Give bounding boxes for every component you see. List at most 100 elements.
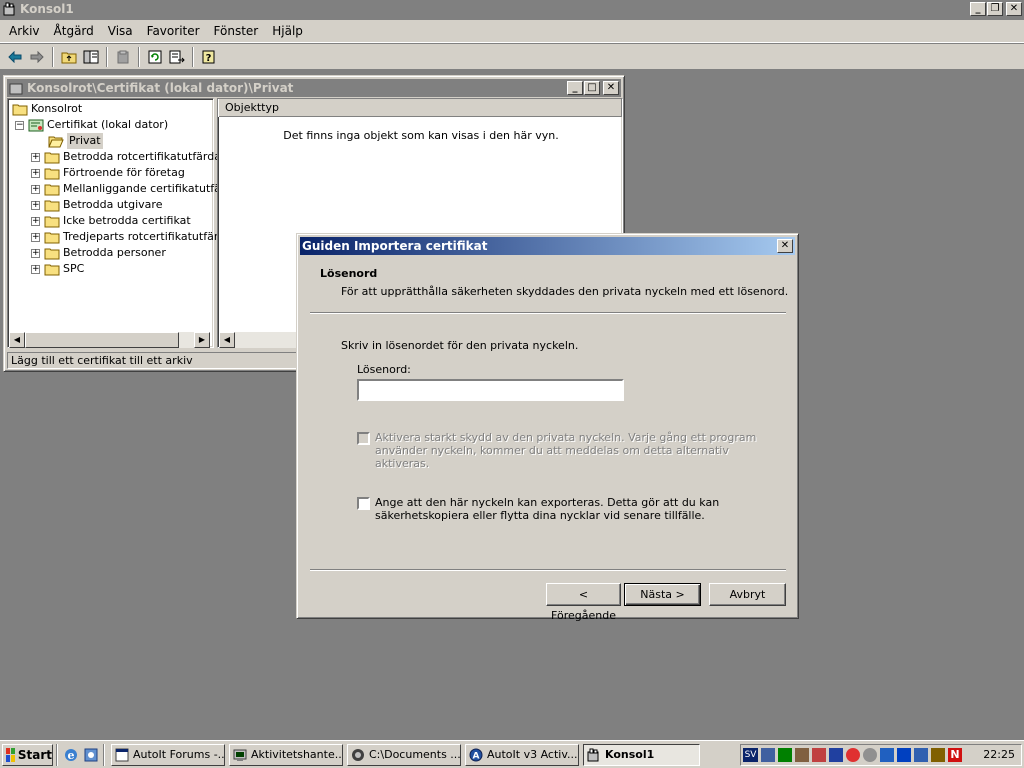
export-list-button[interactable] [166, 46, 188, 68]
expand-toggle[interactable]: + [31, 152, 40, 162]
scroll-left-button[interactable]: ◀ [9, 332, 25, 348]
expand-toggle[interactable]: + [31, 184, 40, 194]
disconnected-icon[interactable] [812, 748, 826, 762]
task-aktivitetshanteraren[interactable]: Aktivitetshante... [229, 743, 343, 766]
toolbar-separator [106, 46, 108, 67]
folder-up-icon [61, 52, 77, 63]
tree-item[interactable]: + Icke betrodda certifikat [31, 213, 191, 229]
clock[interactable]: 22:25 [983, 748, 1015, 761]
shield-icon[interactable] [829, 748, 843, 762]
exportable-option: Ange att den här nyckeln kan exporteras.… [357, 496, 777, 522]
expand-toggle[interactable]: + [31, 264, 40, 274]
menu-arkiv[interactable]: Arkiv [2, 24, 47, 38]
expand-toggle[interactable]: + [31, 168, 40, 178]
language-indicator[interactable]: SV [743, 748, 758, 762]
strong-protection-checkbox[interactable] [357, 432, 370, 445]
task-konsol1[interactable]: Konsol1 [583, 743, 700, 766]
menu-favoriter[interactable]: Favoriter [140, 24, 207, 38]
task-documents[interactable]: C:\Documents ... [347, 743, 461, 766]
start-label: Start [17, 747, 52, 762]
flag-icon[interactable] [931, 748, 945, 762]
tool-icon[interactable] [795, 748, 809, 762]
restore-button[interactable]: ❐ [987, 2, 1003, 16]
antivirus-icon[interactable] [846, 748, 860, 762]
child-maximize-button[interactable]: □ [584, 81, 600, 95]
security-icon[interactable] [914, 748, 928, 762]
show-hide-tree-button[interactable] [80, 46, 102, 68]
tree-item[interactable]: + Förtroende för företag [31, 165, 185, 181]
tree-item-konsolrot[interactable]: Konsolrot [12, 101, 82, 117]
child-title-text: Konsolrot\Certifikat (lokal dator)\Priva… [27, 81, 294, 95]
next-button[interactable]: Nästa > [624, 583, 701, 606]
tree-pane[interactable]: Konsolrot − Certifikat (lokal dator) Pri… [7, 98, 250, 348]
task-autoit-forums[interactable]: AutoIt Forums -... [111, 743, 225, 766]
tree-item-label: Konsolrot [31, 102, 83, 115]
refresh-button[interactable] [144, 46, 166, 68]
tree-item-label: Certifikat (lokal dator) [47, 118, 169, 131]
help-icon: ? [202, 50, 215, 64]
quicklaunch-ie[interactable]: e [61, 745, 81, 765]
import-certificate-wizard: Guiden Importera certifikat ✕ Lösenord F… [296, 233, 799, 622]
monitor-icon[interactable] [778, 748, 792, 762]
scroll-thumb[interactable] [25, 332, 179, 348]
network-icon[interactable] [761, 748, 775, 762]
menu-visa[interactable]: Visa [101, 24, 140, 38]
app-title-bar[interactable]: Konsol1 _ ❐ ✕ [0, 0, 1024, 18]
n-app-icon[interactable]: N [948, 748, 962, 762]
start-button[interactable]: Start [2, 743, 53, 766]
menu-fonster[interactable]: Fönster [207, 24, 266, 38]
toolbar: ? [0, 44, 1024, 70]
tree-item[interactable]: + Betrodda rotcertifikatutfärdare [31, 149, 232, 165]
task-autoit-activex[interactable]: A AutoIt v3 Activ... [465, 743, 579, 766]
tree-item[interactable]: + Betrodda utgivare [31, 197, 162, 213]
expand-toggle[interactable]: + [31, 232, 40, 242]
tree-item-label: Betrodda personer [63, 246, 166, 259]
settings-icon[interactable] [863, 748, 877, 762]
close-button[interactable]: ✕ [1006, 2, 1022, 16]
dialog-title-bar[interactable]: Guiden Importera certifikat ✕ [300, 237, 795, 255]
collapse-toggle[interactable]: − [15, 120, 24, 130]
tree-item-certifikat[interactable]: − Certifikat (lokal dator) [15, 117, 168, 133]
minimize-button[interactable]: _ [970, 2, 986, 16]
menu-hjalp[interactable]: Hjälp [265, 24, 310, 38]
tree-item-label: Icke betrodda certifikat [63, 214, 191, 227]
child-close-button[interactable]: ✕ [603, 81, 619, 95]
internet-explorer-icon: e [65, 748, 77, 762]
display-icon[interactable] [897, 748, 911, 762]
forward-button[interactable] [26, 46, 48, 68]
tree-item[interactable]: + SPC [31, 261, 84, 277]
expand-toggle[interactable]: + [31, 248, 40, 258]
tree-item-privat[interactable]: Privat [48, 133, 103, 149]
result-horizontal-scrollbar[interactable]: ◀ [219, 332, 299, 348]
tree-item[interactable]: + Tredjeparts rotcertifikatutfärdare [31, 229, 243, 245]
exportable-checkbox[interactable] [357, 497, 370, 510]
child-minimize-button[interactable]: _ [567, 81, 583, 95]
tree-item-label: Förtroende för företag [63, 166, 185, 179]
scroll-left-button[interactable]: ◀ [219, 332, 235, 348]
child-title-bar[interactable]: Konsolrot\Certifikat (lokal dator)\Priva… [7, 79, 621, 97]
help-button[interactable]: ? [198, 46, 220, 68]
folder-icon [44, 263, 60, 276]
scroll-right-button[interactable]: ▶ [194, 332, 210, 348]
dialog-close-button[interactable]: ✕ [777, 239, 793, 253]
cancel-button[interactable]: Avbryt [709, 583, 786, 606]
expand-toggle[interactable]: + [31, 216, 40, 226]
folder-icon [44, 215, 60, 228]
column-objekttyp[interactable]: Objekttyp [218, 99, 622, 117]
mouse-icon[interactable] [880, 748, 894, 762]
tree-item[interactable]: + Betrodda personer [31, 245, 166, 261]
back-button[interactable]: < Föregående [546, 583, 621, 622]
taskbar: Start e AutoIt Forums -... Aktivitetshan… [0, 740, 1024, 768]
folder-icon [44, 151, 60, 164]
quicklaunch-app[interactable] [81, 745, 101, 765]
password-instruction: Skriv in lösenordet för den privata nyck… [341, 339, 579, 352]
up-one-level-button[interactable] [58, 46, 80, 68]
expand-toggle[interactable]: + [31, 200, 40, 210]
password-input[interactable] [357, 379, 624, 401]
menu-atgard[interactable]: Åtgärd [47, 24, 101, 38]
back-button[interactable] [4, 46, 26, 68]
task-label: Konsol1 [605, 748, 655, 761]
delete-button[interactable] [112, 46, 134, 68]
tree-horizontal-scrollbar[interactable]: ◀ ▶ [9, 332, 210, 348]
console-root-icon [9, 83, 23, 95]
